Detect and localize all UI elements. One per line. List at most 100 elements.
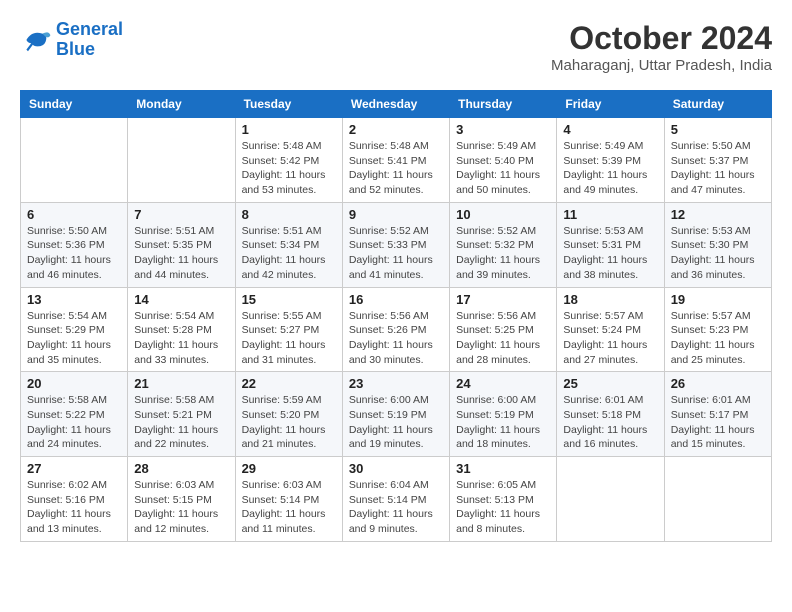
calendar-week-row: 6 Sunrise: 5:50 AM Sunset: 5:36 PM Daylig… <box>21 202 772 287</box>
calendar-cell: 10Sunrise: 5:52 AM Sunset: 5:32 PM Dayli… <box>450 202 557 287</box>
day-info: Sunrise: 6:01 AM Sunset: 5:18 PM Dayligh… <box>563 393 657 452</box>
day-number: 3 <box>456 122 550 137</box>
calendar-cell: 7 Sunrise: 5:51 AM Sunset: 5:35 PM Daylig… <box>128 202 235 287</box>
calendar-cell: 16 Sunrise: 5:56 AM Sunset: 5:26 PM Dayli… <box>342 287 449 372</box>
day-number: 11 <box>563 207 657 222</box>
calendar-cell: 28 Sunrise: 6:03 AM Sunset: 5:15 PM Dayli… <box>128 457 235 542</box>
calendar-cell: 30 Sunrise: 6:04 AM Sunset: 5:14 PM Dayli… <box>342 457 449 542</box>
logo-text: General Blue <box>56 20 123 60</box>
weekday-header-thursday: Thursday <box>450 91 557 118</box>
calendar-cell: 25Sunrise: 6:01 AM Sunset: 5:18 PM Dayli… <box>557 372 664 457</box>
day-info: Sunrise: 5:57 AM Sunset: 5:23 PM Dayligh… <box>671 309 765 368</box>
day-info: Sunrise: 5:52 AM Sunset: 5:32 PM Dayligh… <box>456 224 550 283</box>
calendar-cell <box>557 457 664 542</box>
day-number: 1 <box>242 122 336 137</box>
weekday-header-wednesday: Wednesday <box>342 91 449 118</box>
logo-icon <box>20 24 52 56</box>
calendar-cell: 26 Sunrise: 6:01 AM Sunset: 5:17 PM Dayli… <box>664 372 771 457</box>
calendar-week-row: 20Sunrise: 5:58 AM Sunset: 5:22 PM Dayli… <box>21 372 772 457</box>
day-info: Sunrise: 5:50 AM Sunset: 5:36 PM Dayligh… <box>27 224 121 283</box>
day-number: 26 <box>671 376 765 391</box>
day-info: Sunrise: 5:53 AM Sunset: 5:30 PM Dayligh… <box>671 224 765 283</box>
day-number: 15 <box>242 292 336 307</box>
day-number: 29 <box>242 461 336 476</box>
day-number: 18 <box>563 292 657 307</box>
calendar-cell <box>128 118 235 203</box>
calendar-cell: 6 Sunrise: 5:50 AM Sunset: 5:36 PM Daylig… <box>21 202 128 287</box>
day-info: Sunrise: 5:51 AM Sunset: 5:34 PM Dayligh… <box>242 224 336 283</box>
calendar-cell: 2Sunrise: 5:48 AM Sunset: 5:41 PM Daylig… <box>342 118 449 203</box>
day-info: Sunrise: 6:00 AM Sunset: 5:19 PM Dayligh… <box>349 393 443 452</box>
calendar-table: SundayMondayTuesdayWednesdayThursdayFrid… <box>20 90 772 542</box>
day-info: Sunrise: 5:52 AM Sunset: 5:33 PM Dayligh… <box>349 224 443 283</box>
day-info: Sunrise: 5:56 AM Sunset: 5:26 PM Dayligh… <box>349 309 443 368</box>
day-number: 2 <box>349 122 443 137</box>
calendar-cell: 8Sunrise: 5:51 AM Sunset: 5:34 PM Daylig… <box>235 202 342 287</box>
day-number: 5 <box>671 122 765 137</box>
day-number: 30 <box>349 461 443 476</box>
day-info: Sunrise: 5:50 AM Sunset: 5:37 PM Dayligh… <box>671 139 765 198</box>
calendar-header-row: SundayMondayTuesdayWednesdayThursdayFrid… <box>21 91 772 118</box>
day-number: 7 <box>134 207 228 222</box>
calendar-cell: 17 Sunrise: 5:56 AM Sunset: 5:25 PM Dayli… <box>450 287 557 372</box>
day-info: Sunrise: 5:55 AM Sunset: 5:27 PM Dayligh… <box>242 309 336 368</box>
day-info: Sunrise: 5:49 AM Sunset: 5:39 PM Dayligh… <box>563 139 657 198</box>
day-info: Sunrise: 5:49 AM Sunset: 5:40 PM Dayligh… <box>456 139 550 198</box>
day-number: 13 <box>27 292 121 307</box>
calendar-week-row: 1Sunrise: 5:48 AM Sunset: 5:42 PM Daylig… <box>21 118 772 203</box>
calendar-cell: 19 Sunrise: 5:57 AM Sunset: 5:23 PM Dayli… <box>664 287 771 372</box>
day-info: Sunrise: 6:05 AM Sunset: 5:13 PM Dayligh… <box>456 478 550 537</box>
day-number: 4 <box>563 122 657 137</box>
calendar-week-row: 13 Sunrise: 5:54 AM Sunset: 5:29 PM Dayli… <box>21 287 772 372</box>
calendar-cell: 4 Sunrise: 5:49 AM Sunset: 5:39 PM Daylig… <box>557 118 664 203</box>
day-number: 28 <box>134 461 228 476</box>
calendar-cell: 21 Sunrise: 5:58 AM Sunset: 5:21 PM Dayli… <box>128 372 235 457</box>
calendar-cell: 24 Sunrise: 6:00 AM Sunset: 5:19 PM Dayli… <box>450 372 557 457</box>
weekday-header-sunday: Sunday <box>21 91 128 118</box>
day-info: Sunrise: 5:59 AM Sunset: 5:20 PM Dayligh… <box>242 393 336 452</box>
location: Maharaganj, Uttar Pradesh, India <box>551 57 772 74</box>
page-header: General Blue October 2024 Maharaganj, Ut… <box>20 20 772 74</box>
calendar-cell: 15 Sunrise: 5:55 AM Sunset: 5:27 PM Dayli… <box>235 287 342 372</box>
calendar-cell: 1Sunrise: 5:48 AM Sunset: 5:42 PM Daylig… <box>235 118 342 203</box>
calendar-cell: 9Sunrise: 5:52 AM Sunset: 5:33 PM Daylig… <box>342 202 449 287</box>
calendar-cell: 13 Sunrise: 5:54 AM Sunset: 5:29 PM Dayli… <box>21 287 128 372</box>
day-number: 14 <box>134 292 228 307</box>
day-info: Sunrise: 5:51 AM Sunset: 5:35 PM Dayligh… <box>134 224 228 283</box>
day-info: Sunrise: 6:04 AM Sunset: 5:14 PM Dayligh… <box>349 478 443 537</box>
day-info: Sunrise: 5:58 AM Sunset: 5:21 PM Dayligh… <box>134 393 228 452</box>
day-info: Sunrise: 5:53 AM Sunset: 5:31 PM Dayligh… <box>563 224 657 283</box>
day-info: Sunrise: 6:03 AM Sunset: 5:15 PM Dayligh… <box>134 478 228 537</box>
calendar-cell: 18 Sunrise: 5:57 AM Sunset: 5:24 PM Dayli… <box>557 287 664 372</box>
day-number: 23 <box>349 376 443 391</box>
calendar-week-row: 27 Sunrise: 6:02 AM Sunset: 5:16 PM Dayli… <box>21 457 772 542</box>
day-info: Sunrise: 6:02 AM Sunset: 5:16 PM Dayligh… <box>27 478 121 537</box>
calendar-cell: 22 Sunrise: 5:59 AM Sunset: 5:20 PM Dayli… <box>235 372 342 457</box>
day-info: Sunrise: 5:54 AM Sunset: 5:29 PM Dayligh… <box>27 309 121 368</box>
logo: General Blue <box>20 20 123 60</box>
day-number: 6 <box>27 207 121 222</box>
day-info: Sunrise: 5:57 AM Sunset: 5:24 PM Dayligh… <box>563 309 657 368</box>
calendar-cell: 12 Sunrise: 5:53 AM Sunset: 5:30 PM Dayli… <box>664 202 771 287</box>
day-number: 27 <box>27 461 121 476</box>
day-number: 12 <box>671 207 765 222</box>
day-info: Sunrise: 5:56 AM Sunset: 5:25 PM Dayligh… <box>456 309 550 368</box>
day-info: Sunrise: 6:00 AM Sunset: 5:19 PM Dayligh… <box>456 393 550 452</box>
day-number: 16 <box>349 292 443 307</box>
calendar-cell: 11 Sunrise: 5:53 AM Sunset: 5:31 PM Dayli… <box>557 202 664 287</box>
weekday-header-saturday: Saturday <box>664 91 771 118</box>
weekday-header-tuesday: Tuesday <box>235 91 342 118</box>
day-number: 24 <box>456 376 550 391</box>
day-info: Sunrise: 5:54 AM Sunset: 5:28 PM Dayligh… <box>134 309 228 368</box>
calendar-cell: 31Sunrise: 6:05 AM Sunset: 5:13 PM Dayli… <box>450 457 557 542</box>
calendar-cell: 20Sunrise: 5:58 AM Sunset: 5:22 PM Dayli… <box>21 372 128 457</box>
day-number: 21 <box>134 376 228 391</box>
weekday-header-friday: Friday <box>557 91 664 118</box>
day-number: 17 <box>456 292 550 307</box>
day-number: 19 <box>671 292 765 307</box>
calendar-cell: 29Sunrise: 6:03 AM Sunset: 5:14 PM Dayli… <box>235 457 342 542</box>
calendar-cell: 23 Sunrise: 6:00 AM Sunset: 5:19 PM Dayli… <box>342 372 449 457</box>
calendar-cell: 27 Sunrise: 6:02 AM Sunset: 5:16 PM Dayli… <box>21 457 128 542</box>
day-number: 22 <box>242 376 336 391</box>
day-info: Sunrise: 6:01 AM Sunset: 5:17 PM Dayligh… <box>671 393 765 452</box>
